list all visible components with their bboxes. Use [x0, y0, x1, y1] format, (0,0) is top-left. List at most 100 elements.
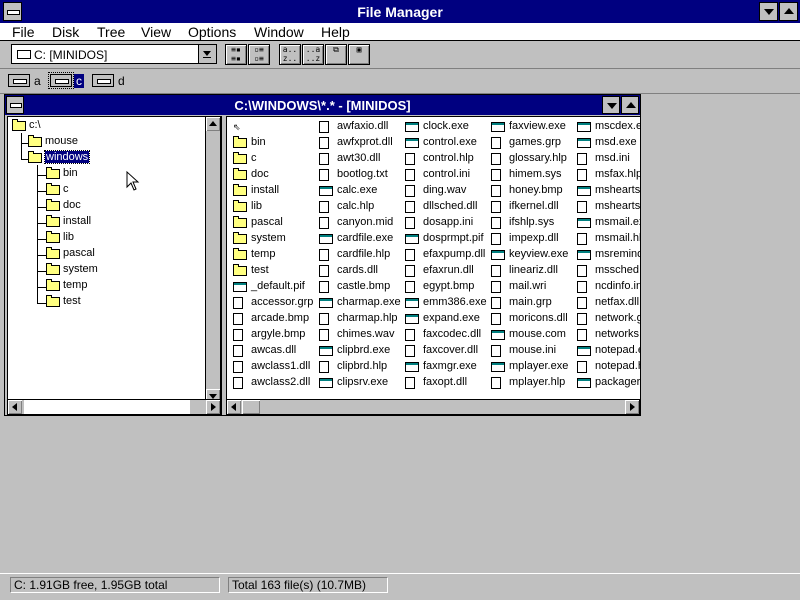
- document-icon: [577, 297, 587, 309]
- tree-vertical-scrollbar[interactable]: [205, 116, 221, 404]
- menu-bar: File Disk Tree View Options Window Help: [0, 23, 800, 41]
- tree-item-mouse[interactable]: mouse: [28, 135, 78, 151]
- document-icon: [577, 329, 587, 341]
- file-name: himem.sys: [509, 168, 562, 180]
- program-icon: [405, 314, 419, 324]
- file-name: lineariz.dll: [509, 264, 558, 276]
- file-name: _default.pif: [251, 280, 305, 292]
- file-name: control.exe: [423, 136, 477, 148]
- program-icon: [319, 186, 333, 196]
- status-free-space: C: 1.91GB free, 1.95GB total: [10, 577, 220, 593]
- tree-item-bin[interactable]: bin: [46, 167, 78, 183]
- tree-item-c[interactable]: c: [46, 183, 69, 199]
- scroll-right-arrow-icon[interactable]: [625, 400, 639, 414]
- file-name: awt30.dll: [337, 152, 381, 164]
- names-view-button[interactable]: ▫≡ ▫≡: [248, 44, 270, 65]
- file-name: cardfile.exe: [337, 232, 394, 244]
- new-window-button[interactable]: ▣: [348, 44, 370, 65]
- document-icon: [319, 169, 329, 181]
- document-icon: [491, 217, 501, 229]
- file-name: c: [251, 152, 257, 164]
- tree-item-test[interactable]: test: [46, 295, 81, 311]
- file-name: msd.exe: [595, 136, 637, 148]
- hard-drive-icon: [17, 50, 31, 59]
- tree-item-doc[interactable]: doc: [46, 199, 81, 215]
- folder-icon: [233, 216, 247, 228]
- directory-window[interactable]: C:\WINDOWS\*.* - [MINIDOS] c:\ mouse win…: [4, 94, 641, 416]
- copy-window-button[interactable]: ⧉: [325, 44, 347, 65]
- document-icon: [577, 153, 587, 165]
- file-name: impexp.dll: [509, 232, 559, 244]
- tree-item-temp[interactable]: temp: [46, 279, 87, 295]
- file-name: control.hlp: [423, 152, 474, 164]
- drive-combo[interactable]: C: [MINIDOS]: [11, 44, 217, 64]
- file-name: ifkernel.dll: [509, 200, 559, 212]
- folder-icon: [46, 295, 60, 308]
- drive-combo-dropdown-button[interactable]: [198, 45, 216, 63]
- sort-by-type-button[interactable]: ..a ..z: [302, 44, 324, 65]
- file-list[interactable]: ⇖..bincdocinstalllibpascalsystemtemptest…: [226, 116, 641, 401]
- file-name: charmap.hlp: [337, 312, 398, 324]
- program-icon: [319, 234, 333, 244]
- program-icon: [577, 346, 591, 356]
- scroll-left-arrow-icon[interactable]: [227, 400, 241, 414]
- sort-by-name-button[interactable]: a.. z..: [279, 44, 301, 65]
- file-name: networks.w: [595, 328, 640, 340]
- scroll-left-arrow-icon[interactable]: [8, 400, 22, 414]
- program-icon: [577, 186, 591, 196]
- program-icon: [577, 218, 591, 228]
- file-name: awclass1.dll: [251, 360, 311, 372]
- document-icon: [491, 345, 501, 357]
- minimize-button[interactable]: [759, 2, 778, 21]
- scroll-up-arrow-icon[interactable]: [206, 117, 220, 131]
- document-icon: [405, 185, 415, 197]
- program-icon: [405, 234, 419, 244]
- menu-file[interactable]: File: [12, 24, 35, 40]
- file-name: mplayer.exe: [509, 360, 569, 372]
- drive-bar: a c d: [0, 69, 800, 94]
- file-name: charmap.exe: [337, 296, 401, 308]
- file-name: emm386.exe: [423, 296, 487, 308]
- file-name: test: [251, 264, 269, 276]
- menu-help[interactable]: Help: [321, 24, 350, 40]
- maximize-button[interactable]: [779, 2, 798, 21]
- file-name: msfax.hlp: [595, 168, 641, 180]
- scroll-thumb[interactable]: [242, 400, 260, 414]
- folder-icon: [46, 231, 60, 244]
- file-name: egypt.bmp: [423, 280, 475, 292]
- drive-d-label: d: [118, 74, 125, 88]
- document-icon: [405, 377, 415, 389]
- document-icon: [491, 137, 501, 149]
- tree-item-install[interactable]: install: [46, 215, 91, 231]
- tree-item-system[interactable]: system: [46, 263, 98, 279]
- tree-item-root[interactable]: c:\: [12, 119, 41, 135]
- tree-item-pascal[interactable]: pascal: [46, 247, 95, 263]
- child-minimize-button[interactable]: [602, 96, 620, 114]
- document-icon: [405, 345, 415, 357]
- document-icon: [491, 281, 501, 293]
- scroll-right-arrow-icon[interactable]: [206, 400, 220, 414]
- menu-window[interactable]: Window: [254, 24, 304, 40]
- title-bar[interactable]: File Manager: [0, 0, 800, 23]
- document-icon: [405, 249, 415, 261]
- menu-disk[interactable]: Disk: [52, 24, 79, 40]
- file-name: canyon.mid: [337, 216, 394, 228]
- tree-horizontal-scrollbar[interactable]: [7, 399, 221, 415]
- menu-view[interactable]: View: [141, 24, 171, 40]
- tree-item-lib[interactable]: lib: [46, 231, 74, 247]
- folder-open-icon: [12, 119, 26, 132]
- file-list-horizontal-scrollbar[interactable]: [226, 399, 640, 415]
- directory-window-title-bar[interactable]: C:\WINDOWS\*.* - [MINIDOS]: [5, 95, 640, 115]
- child-maximize-button[interactable]: [621, 96, 639, 114]
- menu-options[interactable]: Options: [188, 24, 236, 40]
- file-name: mssched.d: [595, 264, 640, 276]
- document-icon: [577, 201, 587, 213]
- tree-item-windows[interactable]: windows: [28, 150, 91, 167]
- file-name: chimes.wav: [337, 328, 395, 340]
- directory-tree[interactable]: c:\ mouse windows bin c doc install lib …: [7, 116, 207, 406]
- document-icon: [319, 201, 329, 213]
- folder-icon: [233, 168, 247, 180]
- menu-tree[interactable]: Tree: [97, 24, 125, 40]
- file-name: ncdinfo.ini: [595, 280, 641, 292]
- details-view-button[interactable]: ≡▪ ≡▪: [225, 44, 247, 65]
